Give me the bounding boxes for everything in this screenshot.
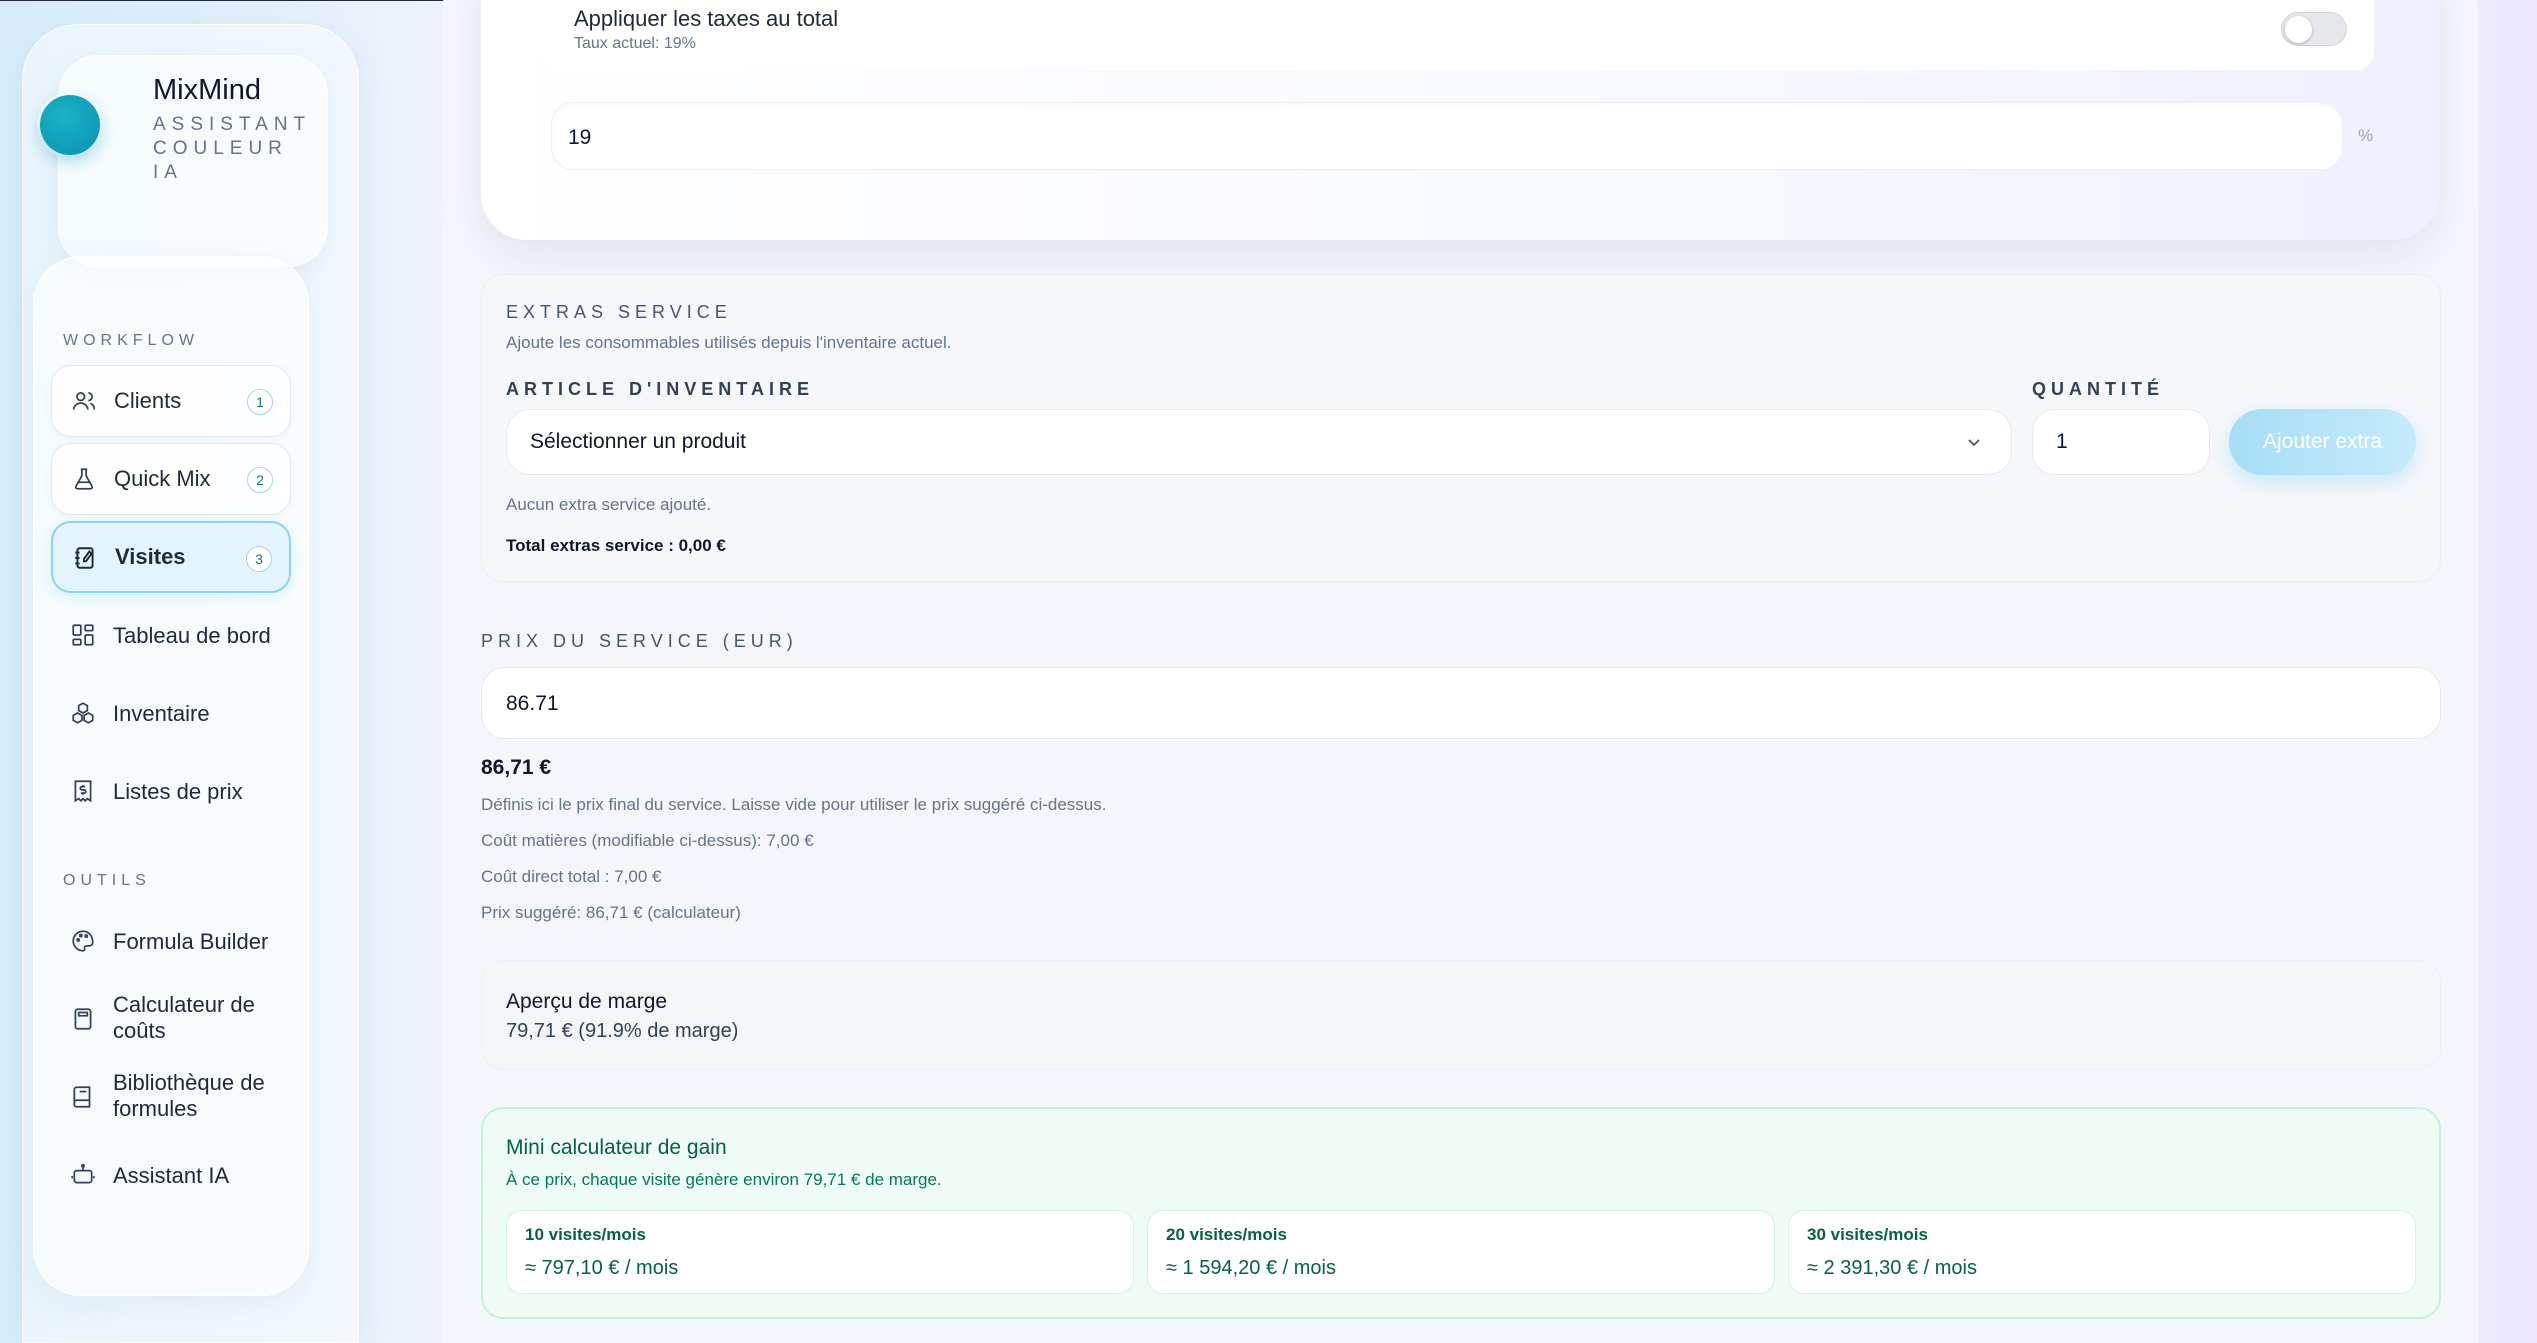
gain-title: Mini calculateur de gain [506,1136,727,1159]
gain-scenario-label: 30 visites/mois [1807,1225,1928,1244]
notebook-icon [75,547,94,569]
brand-name: MixMind [153,74,261,106]
sidebar-item-label: Assistant IA [113,1163,230,1188]
gain-scenario-20: 20 visites/mois ≈ 1 594,20 € / mois [1147,1210,1775,1294]
add-extra-button[interactable]: Ajouter extra [2229,409,2416,475]
material-cost-text: Coût matières (modifiable ci-dessus): 7,… [481,831,814,850]
sidebar-item-quick-mix[interactable]: Quick Mix 2 [51,443,291,515]
tools-section-label: OUTILS [63,872,151,889]
gain-scenario-value: ≈ 797,10 € / mois [525,1257,679,1279]
sidebar-item-assistant-ia[interactable]: Assistant IA [51,1140,291,1212]
sidebar-item-calculateur-de-couts[interactable]: Calculateur de coûts [51,984,291,1056]
gain-scenario-value: ≈ 1 594,20 € / mois [1166,1257,1336,1279]
extras-empty-text: Aucun extra service ajouté. [506,495,712,514]
sidebar-item-bibliotheque-de-formules[interactable]: Bibliothèque de formules [51,1062,291,1134]
service-price-formatted: 86,71 € [481,756,552,779]
brand-subtitle: ASSISTANT COULEUR IA [153,114,311,183]
brand-logo [40,95,100,155]
calculator-icon [74,1008,92,1030]
gain-scenario-30: 30 visites/mois ≈ 2 391,30 € / mois [1788,1210,2416,1294]
sidebar-item-visites[interactable]: Visites 3 [51,521,291,593]
sidebar-item-clients[interactable]: Clients 1 [51,365,291,437]
price-help-text: Définis ici le prix final du service. La… [481,795,1107,814]
chevron-down-icon [1968,439,1980,447]
sidebar-item-inventaire[interactable]: Inventaire [51,678,291,750]
gain-scenario-label: 10 visites/mois [525,1225,646,1244]
sidebar-item-label: Bibliothèque de formules [113,1070,265,1121]
gain-scenario-value: ≈ 2 391,30 € / mois [1807,1257,1977,1279]
service-price-input[interactable] [481,667,2441,739]
sidebar-item-label: Tableau de bord [113,623,271,648]
scroll-gutter [2478,0,2537,1343]
sidebar-item-tableau-de-bord[interactable]: Tableau de bord [51,600,291,672]
step-badge: 2 [247,467,273,493]
extras-title: EXTRAS SERVICE [506,302,732,322]
tax-toggle-switch[interactable] [2281,12,2347,46]
price-label: PRIX DU SERVICE (EUR) [481,631,798,651]
tax-toggle-title: Appliquer les taxes au total [574,6,839,31]
step-badge: 3 [246,546,272,572]
extras-total: Total extras service : 0,00 € [506,536,726,555]
extras-description: Ajoute les consommables utilisés depuis … [506,333,952,352]
inventory-select-value: Sélectionner un produit [530,430,746,453]
flask-icon [74,468,94,490]
quantity-value: 1 [2056,430,2068,453]
tax-rate-input[interactable] [551,102,2343,170]
article-label: ARTICLE D'INVENTAIRE [506,379,814,399]
sidebar-item-label: Clients [114,388,182,413]
sidebar-item-listes-de-prix[interactable]: Listes de prix [51,756,291,828]
step-badge: 1 [247,389,273,415]
workflow-section-label: WORKFLOW [63,332,199,349]
tax-current-rate: Taux actuel: 19% [574,35,696,52]
palette-icon [72,930,94,952]
tax-rate-value: 19 [568,126,592,149]
gain-subtitle: À ce prix, chaque visite génère environ … [506,1170,942,1189]
tax-rate-unit: % [2358,126,2374,145]
users-icon [72,392,96,410]
bot-icon [71,1163,95,1184]
direct-cost-text: Coût direct total : 7,00 € [481,867,662,886]
book-icon [73,1086,91,1108]
sidebar-item-formula-builder[interactable]: Formula Builder [51,906,291,978]
margin-title: Aperçu de marge [506,990,668,1013]
quantity-label: QUANTITÉ [2032,379,2164,399]
gain-scenario-label: 20 visites/mois [1166,1225,1287,1244]
margin-preview-card [481,960,2441,1070]
suggested-price-text: Prix suggéré: 86,71 € (calculateur) [481,903,741,922]
toggle-knob [2285,16,2312,43]
sidebar-item-label: Listes de prix [113,779,243,804]
sidebar-item-label: Formula Builder [113,929,269,954]
sidebar-item-label: Quick Mix [114,466,211,491]
boxes-icon [72,702,94,724]
sidebar-item-label: Inventaire [113,701,210,726]
receipt-icon [74,780,92,803]
dashboard-icon [72,624,94,646]
margin-value: 79,71 € (91.9% de marge) [506,1020,739,1042]
gain-scenario-10: 10 visites/mois ≈ 797,10 € / mois [506,1210,1134,1294]
sidebar-item-label: Visites [115,544,186,569]
sidebar-item-label: Calculateur de coûts [113,992,255,1043]
service-price-value: 86.71 [506,692,559,715]
